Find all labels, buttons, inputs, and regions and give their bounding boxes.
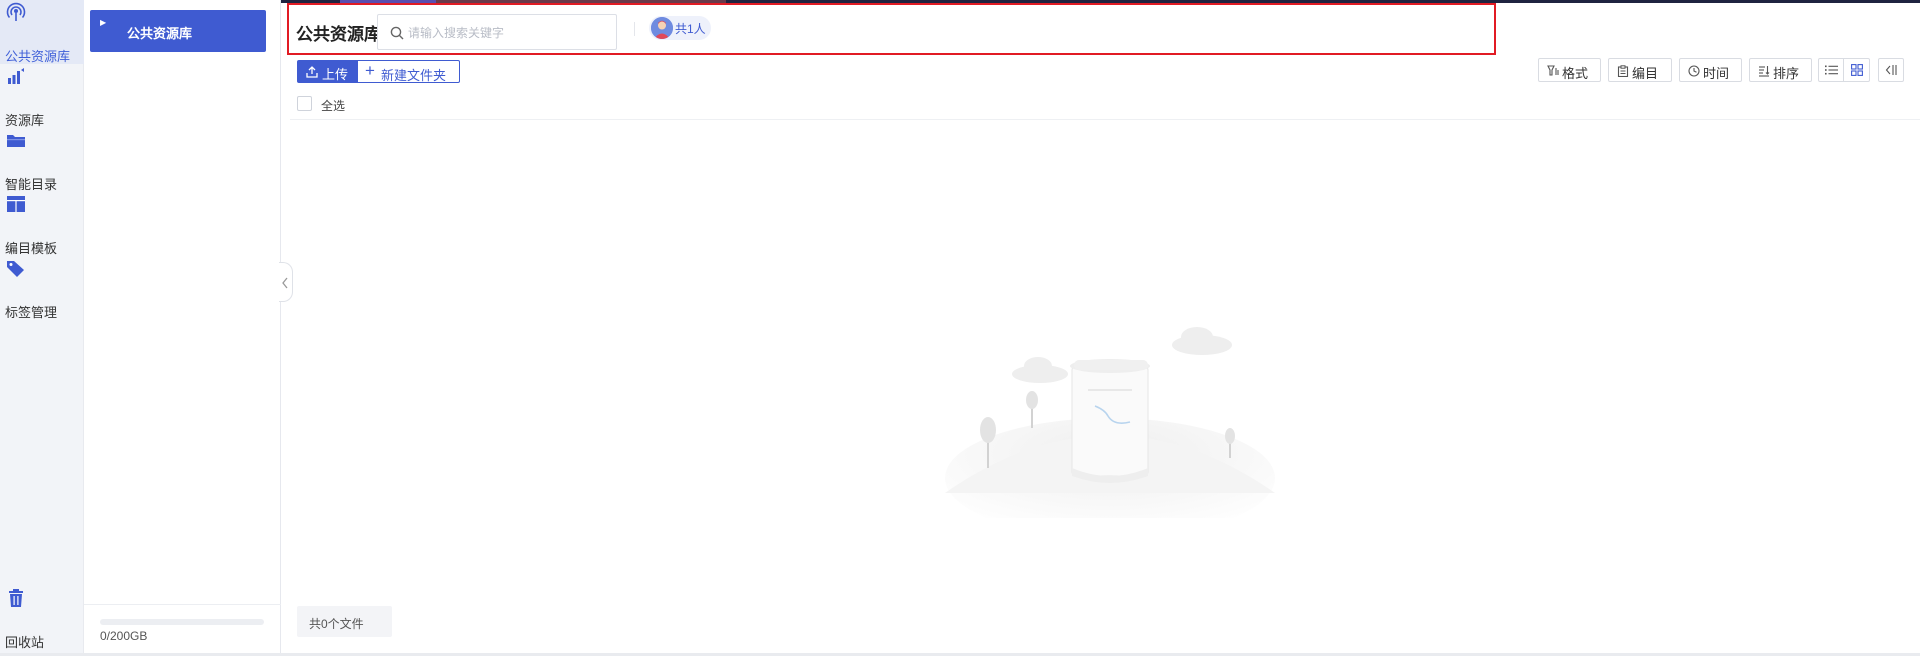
view-mode-toggle [1818,58,1870,82]
nav-item-resource-library[interactable]: 资源库 [0,64,84,128]
grid-view-icon [1851,64,1863,76]
format-filter-button[interactable]: 格式 [1538,58,1601,82]
nav-label: 公共资源库 [5,49,71,64]
list-view-button[interactable] [1819,59,1844,81]
sort-label: 排序 [1773,66,1800,81]
file-count-label: 共0个文件 [309,617,364,631]
nav-label: 标签管理 [5,305,58,320]
list-view-icon [1825,65,1838,75]
nav-item-recycle-bin[interactable]: 回收站 [0,584,84,650]
storage-text: 0/200GB [100,629,148,643]
clock-icon [1688,65,1700,77]
nav-item-tag-management[interactable]: 标签管理 [0,256,84,320]
file-count-badge: 共0个文件 [297,606,392,637]
tree-node-label: 公共资源库 [127,26,193,41]
nav-label: 资源库 [5,113,45,128]
search-box[interactable] [377,14,617,50]
tree-panel: ▶ 公共资源库 0/200GB [84,0,281,656]
chevron-left-icon [282,277,288,289]
nav-item-catalog-template[interactable]: 编目模板 [0,192,84,256]
search-icon [390,26,404,40]
toggle-detail-panel-button[interactable] [1878,58,1904,82]
broadcast-icon [6,2,26,21]
trash-icon [9,589,23,607]
page-title: 公共资源库 [296,25,381,44]
select-all-label: 全选 [321,99,346,113]
nav-label: 回收站 [5,635,45,650]
empty-state-illustration [945,327,1275,518]
storage-divider [84,604,281,605]
caret-right-icon[interactable]: ▶ [100,18,106,27]
avatar [651,17,673,39]
search-input[interactable] [408,23,608,43]
sort-button[interactable]: 排序 [1749,58,1812,82]
sort-icon [1759,66,1770,77]
upload-button[interactable]: 上传 [297,60,357,83]
members-badge[interactable]: 共1人 [649,16,711,40]
time-label: 时间 [1703,66,1730,81]
header-divider [634,22,635,36]
tree-node-public-library[interactable]: ▶ 公共资源库 [90,10,266,52]
upload-icon [306,66,318,78]
select-all-checkbox[interactable] [297,96,312,111]
collapse-tree-handle[interactable] [279,262,293,302]
nav-item-public-library[interactable]: 公共资源库 [0,0,84,64]
nav-item-smart-directory[interactable]: 智能目录 [0,128,84,192]
format-label: 格式 [1562,66,1589,81]
folder-icon [7,135,25,147]
nav-label: 智能目录 [5,177,58,192]
layout-icon [7,196,25,212]
catalog-label: 编目 [1632,66,1659,81]
list-divider [290,119,1920,120]
user-avatar-icon [651,17,673,39]
time-filter-button[interactable]: 时间 [1679,58,1742,82]
filter-icon [1547,65,1559,76]
clipboard-icon [1617,65,1629,77]
grid-view-button[interactable] [1845,59,1870,81]
members-count: 共1人 [675,22,706,36]
collapse-panel-icon [1885,65,1897,75]
plus-icon: + [365,61,375,80]
nav-label: 编目模板 [5,241,58,256]
tag-icon [7,261,24,277]
left-nav: 公共资源库 资源库 智能目录 编目模板 标签管理 回收站 [0,0,84,656]
upload-label: 上传 [322,67,349,82]
bar-chart-icon [8,68,24,84]
storage-progress-bar [100,619,264,625]
new-folder-label: 新建文件夹 [381,68,447,83]
catalog-filter-button[interactable]: 编目 [1608,58,1672,82]
new-folder-button[interactable]: + 新建文件夹 [357,60,460,83]
